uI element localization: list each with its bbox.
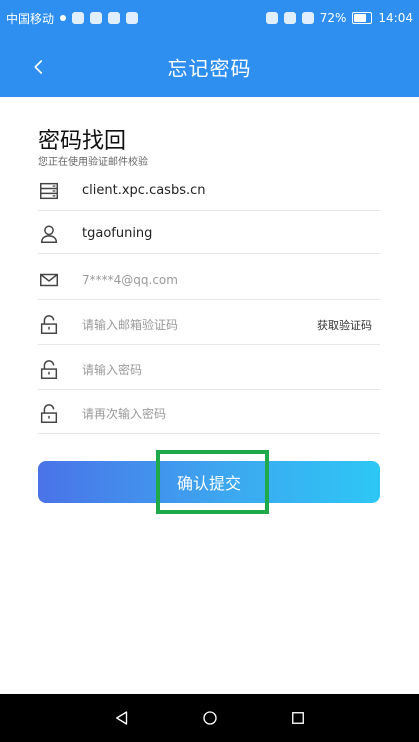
nfc-icon xyxy=(265,12,278,24)
email-code-placeholder: 请输入邮箱验证码 xyxy=(82,318,179,332)
circle-home-icon[interactable] xyxy=(201,709,219,727)
email-placeholder: 7****4@qq.com xyxy=(82,272,178,287)
battery-percent: 72% xyxy=(319,11,347,25)
username-field[interactable]: tgaofuning xyxy=(38,214,380,254)
triangle-back-icon[interactable] xyxy=(113,709,131,727)
notification-dot-icon xyxy=(60,15,67,21)
email-field[interactable]: 7****4@qq.com xyxy=(38,260,380,300)
top-bar: 中国移动 72% 14:04 忘记密码 xyxy=(0,0,419,97)
lock-icon xyxy=(38,359,60,381)
square-recent-icon[interactable] xyxy=(289,709,307,727)
system-nav-bar xyxy=(0,694,419,742)
server-field[interactable]: client.xpc.casbs.cn xyxy=(38,171,380,211)
server-value: client.xpc.casbs.cn xyxy=(82,183,206,198)
app-bar: 忘记密码 xyxy=(0,36,419,97)
lock-icon xyxy=(38,314,60,336)
highlight-box xyxy=(156,450,269,514)
section-subtitle: 您正在使用验证邮件校验 xyxy=(38,157,148,168)
password-field[interactable]: 请输入密码 xyxy=(38,350,380,390)
clock: 14:04 xyxy=(378,11,413,25)
email-code-field[interactable]: 请输入邮箱验证码 获取验证码 xyxy=(38,305,380,345)
password-confirm-field[interactable]: 请再次输入密码 xyxy=(38,394,380,434)
section-title: 密码找回 xyxy=(38,129,127,154)
app-notification-icon xyxy=(126,12,139,24)
status-right: 72% 14:04 xyxy=(265,11,413,25)
user-icon xyxy=(38,223,60,245)
alarm-icon xyxy=(283,12,296,24)
password-placeholder: 请输入密码 xyxy=(82,363,143,377)
signal-icon xyxy=(301,12,314,24)
app-notification-icon xyxy=(108,12,121,24)
password-confirm-placeholder: 请再次输入密码 xyxy=(82,407,167,421)
mail-icon xyxy=(38,269,60,291)
app-notification-icon xyxy=(72,12,85,24)
lock-icon xyxy=(38,403,60,425)
server-icon xyxy=(38,180,60,202)
status-left: 中国移动 xyxy=(6,10,139,27)
status-bar: 中国移动 72% 14:04 xyxy=(0,0,419,36)
username-value: tgaofuning xyxy=(82,226,153,241)
get-code-button[interactable]: 获取验证码 xyxy=(317,317,380,333)
carrier-label: 中国移动 xyxy=(6,11,55,26)
battery-icon xyxy=(352,12,373,24)
app-notification-icon xyxy=(90,12,103,24)
page-title: 忘记密码 xyxy=(167,56,252,80)
